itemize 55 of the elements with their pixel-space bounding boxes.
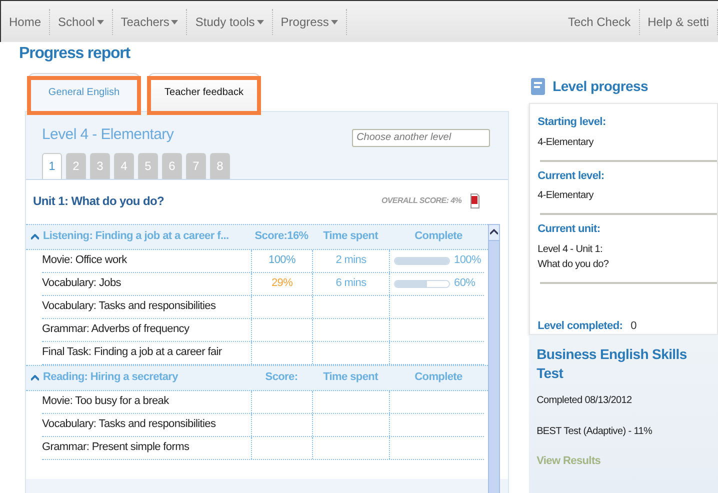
page-title: Progress report [19, 44, 132, 64]
time-spent: 2 mins [336, 253, 366, 268]
test-title: Business English Skills Test [536, 345, 688, 383]
field-value: Level 4 - Unit 1: What do you do? [538, 242, 610, 272]
nav-menu-item[interactable]: Study tools [187, 8, 273, 34]
activity-name[interactable]: Vocabulary: Tasks and responsibilities [42, 416, 251, 433]
progress-bar [394, 256, 450, 264]
activity-name[interactable]: Movie: Office work [42, 252, 251, 269]
column-header: Time spent [322, 370, 380, 386]
field-label: Level completed: [538, 318, 623, 334]
completed-date: Completed 08/13/2012 [536, 394, 633, 408]
complete-percent: 60% [454, 276, 476, 292]
column-header: Complete [414, 229, 464, 244]
field-value: 4-Elementary [538, 189, 595, 203]
nav-link[interactable]: Help & setti [640, 8, 718, 34]
level-dropdown[interactable]: Choose another level [352, 128, 490, 146]
field-label: Current unit: [538, 222, 602, 237]
collapse-icon[interactable] [31, 374, 39, 380]
scrollbar[interactable] [488, 224, 500, 493]
column-header: Time spent [322, 229, 380, 244]
nav-link[interactable]: Tech Check [560, 8, 640, 34]
field-value: 4-Elementary [538, 136, 595, 150]
test-result: BEST Test (Adaptive) - 11% [536, 425, 654, 439]
scroll-up-icon[interactable] [490, 229, 498, 235]
field-label: Starting level: [538, 115, 607, 130]
activity-name[interactable]: Final Task: Finding a job at a career fair [42, 344, 251, 361]
nav-menu-item[interactable]: Teachers [112, 8, 188, 34]
nav-menu-item[interactable]: School [50, 8, 113, 34]
notebook-icon [530, 78, 545, 95]
nav-menu-item[interactable]: Home [1, 8, 50, 34]
level-tab[interactable]: 1 [42, 152, 62, 178]
progress-bar [394, 280, 450, 288]
unit-title: Unit 1: What do you do? [33, 192, 164, 210]
section-title: Listening: Finding a job at a career f... [43, 229, 229, 244]
panel-title: Level progress [552, 77, 648, 96]
complete-percent: 100% [454, 253, 481, 268]
field-value: 0 [630, 318, 636, 334]
activity-name[interactable]: Grammar: Adverbs of frequency [42, 321, 251, 338]
collapse-icon[interactable] [31, 234, 39, 240]
nav-menu-item[interactable]: Progress [272, 8, 347, 34]
score-value: 29% [271, 276, 293, 292]
section-title: Reading: Hiring a secretary [43, 370, 178, 386]
column-header: Complete [414, 370, 464, 386]
activity-name[interactable]: Vocabulary: Tasks and responsibilities [42, 298, 251, 315]
activity-name[interactable]: Grammar: Present simple forms [42, 439, 251, 456]
time-spent: 6 mins [336, 276, 366, 292]
column-header: Score:16% [254, 229, 310, 244]
overall-score: OVERALL SCORE: 4% [381, 194, 462, 206]
activity-name[interactable]: Vocabulary: Jobs [42, 275, 251, 292]
pdf-document-icon[interactable] [470, 192, 480, 208]
field-label: Current level: [538, 168, 606, 184]
level-title: Level 4 - Elementary [42, 125, 174, 145]
score-value: 100% [268, 253, 296, 268]
activity-name[interactable]: Movie: Too busy for a break [42, 393, 251, 410]
column-header: Score: [264, 370, 299, 386]
